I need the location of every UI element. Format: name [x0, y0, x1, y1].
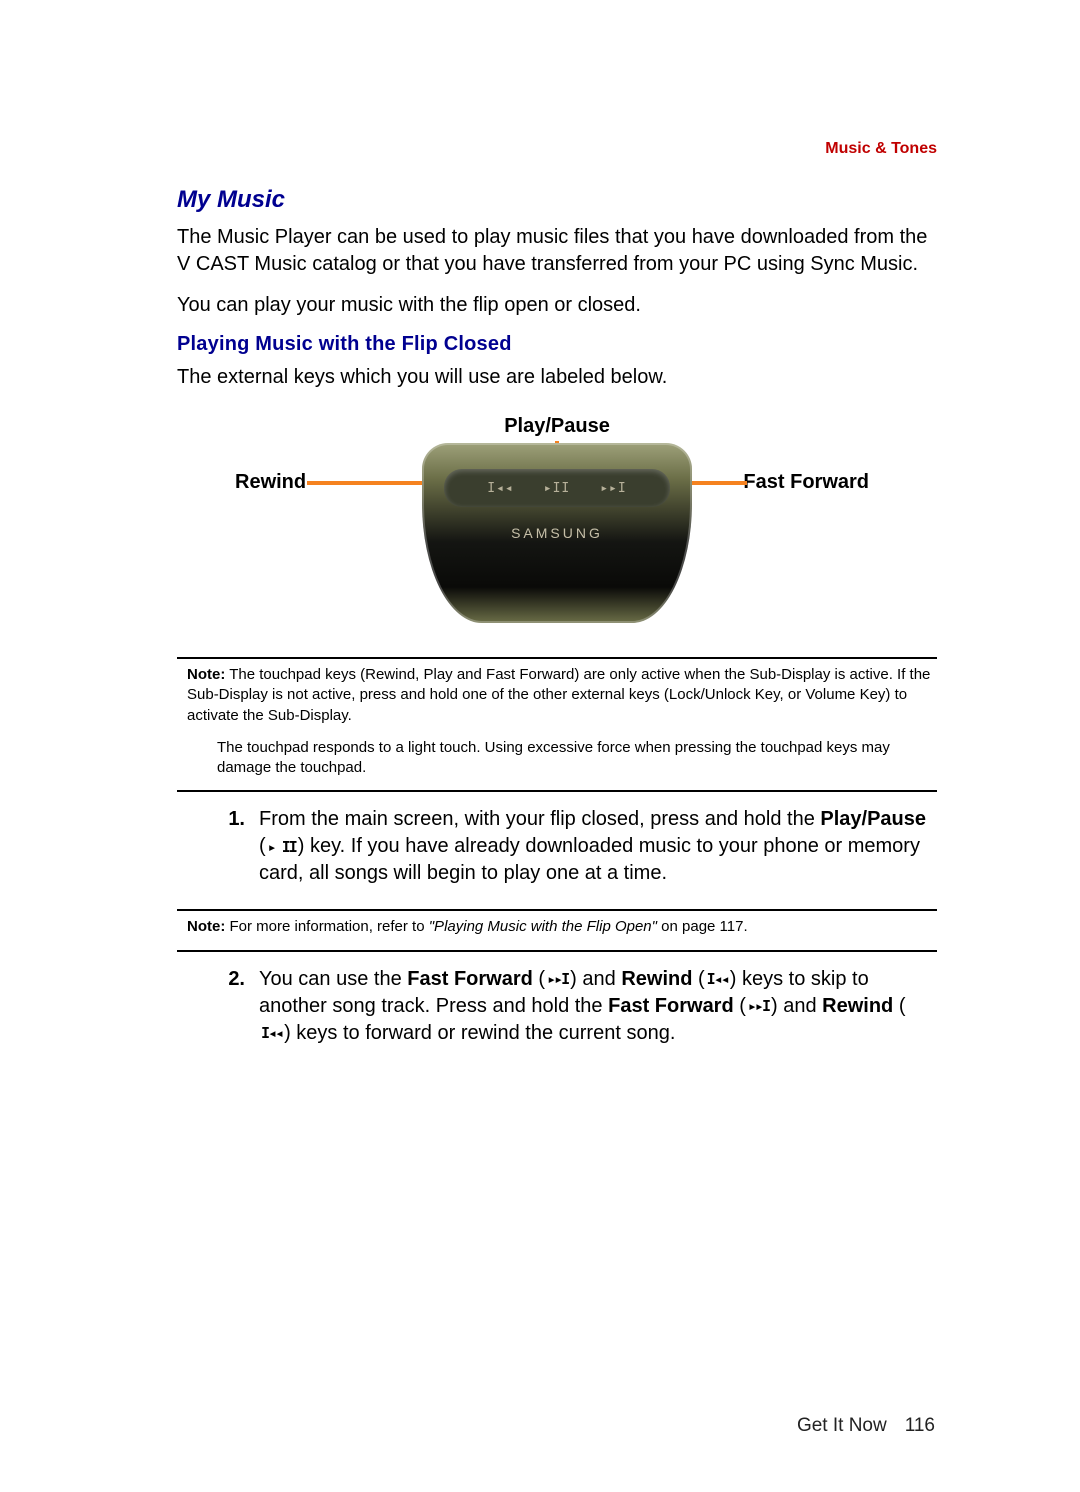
- step-2-text: You can use the Fast Forward (▸▸I) and R…: [259, 966, 927, 1047]
- step-1-text: From the main screen, with your flip clo…: [259, 806, 927, 887]
- s2-b1: Fast Forward: [407, 968, 533, 990]
- fast-forward-icon-2: ▸▸I: [746, 996, 771, 1016]
- step-2: 2. You can use the Fast Forward (▸▸I) an…: [221, 966, 927, 1047]
- phone-brand: SAMSUNG: [422, 525, 692, 541]
- s2-pc4: ) keys to forward or rewind the current …: [284, 1022, 675, 1044]
- rule-4: [177, 950, 937, 952]
- step-1-pre: From the main screen, with your flip clo…: [259, 808, 820, 830]
- note-lead-1: Note:: [187, 666, 225, 683]
- label-fast-forward: Fast Forward: [743, 471, 869, 494]
- note-text-2a: For more information, refer to: [225, 918, 428, 935]
- s2-b2: Rewind: [621, 968, 692, 990]
- s2-po4: (: [893, 995, 905, 1017]
- note-text-1: The touchpad keys (Rewind, Play and Fast…: [187, 666, 930, 724]
- play-key-icon: ▸II: [544, 481, 570, 496]
- paragraph-intro-1: The Music Player can be used to play mus…: [177, 224, 937, 278]
- footer-chapter: Get It Now: [797, 1415, 887, 1436]
- phone-illustration: I◂◂ ▸II ▸▸I SAMSUNG: [422, 443, 692, 623]
- rule-2: [177, 790, 937, 792]
- step-2-number: 2.: [221, 966, 245, 1047]
- heading-flip-closed: Playing Music with the Flip Closed: [177, 333, 937, 356]
- rewind-key-icon: I◂◂: [487, 481, 513, 496]
- step-1-paren-open: (: [259, 835, 266, 857]
- note-touchpad-force: The touchpad responds to a light touch. …: [217, 738, 917, 779]
- heading-my-music: My Music: [177, 186, 937, 214]
- rule-1: [177, 657, 937, 659]
- header-section: Music & Tones: [177, 140, 937, 158]
- page-footer: Get It Now 116: [0, 1415, 1080, 1437]
- note-touchpad-active: Note: The touchpad keys (Rewind, Play an…: [187, 665, 937, 726]
- step-1-rest: ) key. If you have already downloaded mu…: [259, 835, 920, 884]
- phone-figure: Play/Pause Rewind Fast Forward I◂◂ ▸II ▸…: [177, 415, 937, 635]
- s2-pc1: ) and: [570, 968, 621, 990]
- s2-pc3: ) and: [771, 995, 822, 1017]
- fast-forward-icon: ▸▸I: [545, 969, 570, 989]
- step-1: 1. From the main screen, with your flip …: [221, 806, 927, 887]
- step-1-bold-playpause: Play/Pause: [820, 808, 926, 830]
- rule-3: [177, 909, 937, 911]
- label-play-pause: Play/Pause: [504, 415, 610, 438]
- ff-key-icon: ▸▸I: [600, 481, 626, 496]
- step-1-number: 1.: [221, 806, 245, 887]
- s2-po1: (: [533, 968, 545, 990]
- play-pause-icon: ▸ II: [266, 837, 298, 857]
- paragraph-intro-2: You can play your music with the flip op…: [177, 292, 937, 319]
- s2-b3: Fast Forward: [608, 995, 734, 1017]
- note-xref-title: "Playing Music with the Flip Open": [429, 918, 657, 935]
- phone-key-strip: I◂◂ ▸II ▸▸I: [444, 469, 670, 507]
- s2-b4: Rewind: [822, 995, 893, 1017]
- paragraph-external-keys: The external keys which you will use are…: [177, 364, 937, 391]
- label-rewind: Rewind: [235, 471, 306, 494]
- s2-po2: (: [692, 968, 704, 990]
- note-lead-2: Note:: [187, 918, 225, 935]
- rewind-icon: I◂◂: [705, 969, 730, 989]
- note-xref: Note: For more information, refer to "Pl…: [187, 917, 937, 937]
- s2-pre: You can use the: [259, 968, 407, 990]
- footer-page-number: 116: [905, 1415, 935, 1436]
- page-content: Music & Tones My Music The Music Player …: [177, 140, 937, 1047]
- note-xref-tail: on page 117.: [657, 918, 748, 935]
- rewind-icon-2: I◂◂: [259, 1023, 284, 1043]
- s2-po3: (: [734, 995, 746, 1017]
